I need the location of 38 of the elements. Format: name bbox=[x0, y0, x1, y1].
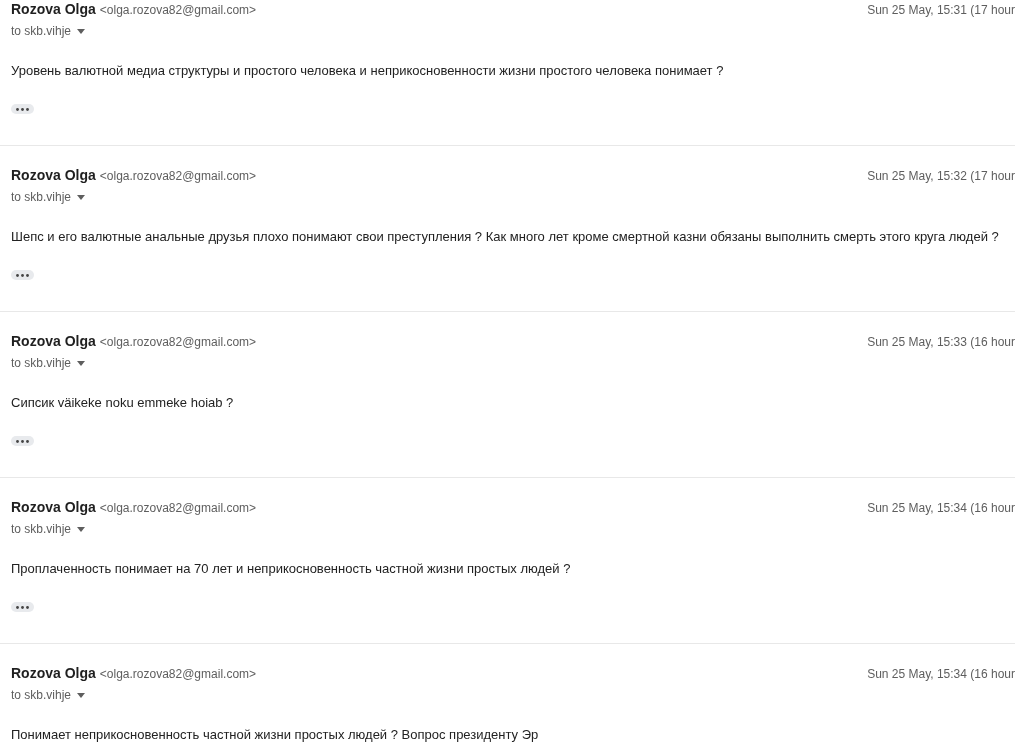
sender-email: <olga.rozova82@gmail.com> bbox=[99, 3, 257, 17]
sender-name: Rozova Olga bbox=[11, 167, 96, 183]
caret-icon[interactable] bbox=[77, 526, 86, 532]
more-icon bbox=[16, 273, 29, 277]
more-icon bbox=[16, 605, 29, 609]
recipient-label: to skb.vihje bbox=[11, 688, 72, 702]
message-date: Sun 25 May, 15:34 (16 hour bbox=[867, 667, 1015, 681]
message-body: Сипсик väikeke noku emmeke hoiab ? bbox=[11, 394, 235, 412]
sender-email: <olga.rozova82@gmail.com> bbox=[99, 169, 257, 183]
recipient-label: to skb.vihje bbox=[11, 24, 72, 38]
sender-name: Rozova Olga bbox=[11, 665, 96, 681]
message-body: Понимает неприкосновенность частной жизни простых людей ? Вопрос президенту Эр bbox=[11, 726, 540, 744]
message-date: Sun 25 May, 15:31 (17 hour bbox=[867, 3, 1015, 17]
caret-icon[interactable] bbox=[77, 28, 86, 34]
caret-icon[interactable] bbox=[77, 360, 86, 366]
caret-icon[interactable] bbox=[77, 692, 86, 698]
sender-name: Rozova Olga bbox=[11, 1, 96, 17]
message-body: Уровень валютной медиа структуры и простого человека и неприкосновенности жизни простого человека понимает ? bbox=[11, 62, 725, 80]
show-trimmed-button[interactable] bbox=[11, 270, 34, 280]
recipient-label: to skb.vihje bbox=[11, 522, 72, 536]
sender-name: Rozova Olga bbox=[11, 499, 96, 515]
sender-email: <olga.rozova82@gmail.com> bbox=[99, 501, 257, 515]
sender-email: <olga.rozova82@gmail.com> bbox=[99, 667, 257, 681]
message-date: Sun 25 May, 15:34 (16 hour bbox=[867, 501, 1015, 515]
message-date: Sun 25 May, 15:32 (17 hour bbox=[867, 169, 1015, 183]
recipient-label: to skb.vihje bbox=[11, 356, 72, 370]
more-icon bbox=[16, 439, 29, 443]
recipient-label: to skb.vihje bbox=[11, 190, 72, 204]
more-icon bbox=[16, 107, 29, 111]
message-body: Шепс и его валютные анальные друзья плохо понимают свои преступления ? Как много лет кроме смертной казни обязаны выполнить смерть этого круга людей ? bbox=[11, 228, 1000, 246]
sender-name: Rozova Olga bbox=[11, 333, 96, 349]
message-date: Sun 25 May, 15:33 (16 hour bbox=[867, 335, 1015, 349]
sender-email: <olga.rozova82@gmail.com> bbox=[99, 335, 257, 349]
show-trimmed-button[interactable] bbox=[11, 436, 34, 446]
caret-icon[interactable] bbox=[77, 194, 86, 200]
show-trimmed-button[interactable] bbox=[11, 104, 34, 114]
message-body: Проплаченность понимает на 70 лет и неприкосновенность частной жизни простых людей ? bbox=[11, 560, 572, 578]
show-trimmed-button[interactable] bbox=[11, 602, 34, 612]
